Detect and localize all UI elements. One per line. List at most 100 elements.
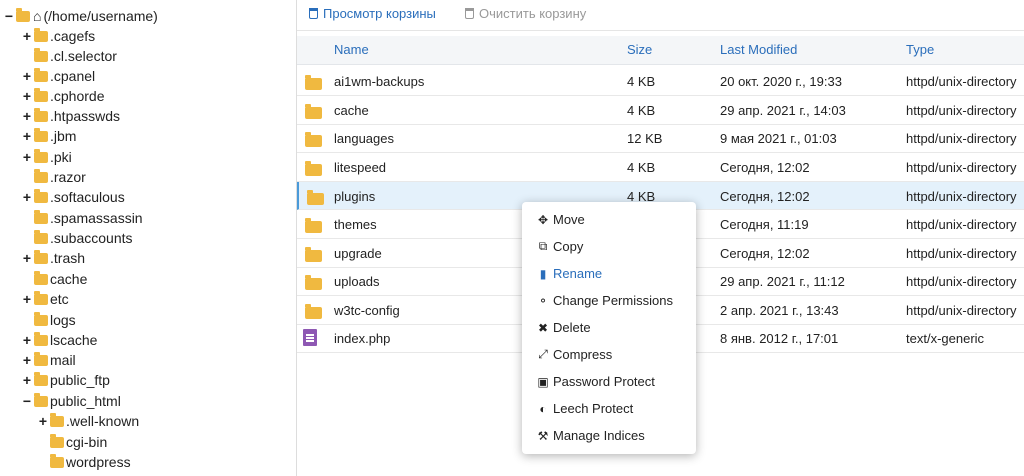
table-header: Name Size Last Modified Type: [297, 36, 1024, 65]
empty-trash-button[interactable]: Очистить корзину: [465, 6, 586, 21]
expand-toggle[interactable]: +: [22, 248, 32, 268]
folder-icon: [34, 68, 48, 82]
tree-item[interactable]: + etc: [22, 289, 69, 309]
expand-toggle[interactable]: +: [22, 66, 32, 86]
tree-item-label: public_ftp: [50, 372, 110, 388]
expand-toggle[interactable]: +: [22, 350, 32, 370]
menu-item-leech-protect[interactable]: ◐ Leech Protect: [536, 401, 633, 416]
collapse-toggle[interactable]: −: [4, 6, 14, 26]
menu-item-rename[interactable]: ▮ Rename: [536, 266, 602, 281]
tree-item[interactable]: − public_html: [22, 391, 121, 411]
collapse-toggle[interactable]: −: [22, 391, 32, 411]
menu-item-delete[interactable]: ✖ Delete: [536, 320, 591, 335]
column-header-type[interactable]: Type: [906, 42, 934, 57]
tree-item[interactable]: + .htpasswds: [22, 106, 120, 126]
file-name: litespeed: [334, 160, 387, 175]
file-type: text/x-generic: [906, 331, 985, 346]
table-row[interactable]: litespeed 4 KB Сегодня, 12:02 httpd/unix…: [297, 153, 1024, 182]
menu-item-label: Leech Protect: [553, 401, 634, 416]
file-type: httpd/unix-directory: [906, 246, 1017, 261]
folder-icon: [305, 247, 322, 262]
expand-toggle[interactable]: +: [22, 106, 32, 126]
folder-icon: [34, 271, 48, 285]
expand-toggle[interactable]: +: [22, 187, 32, 207]
tree-item[interactable]: logs: [22, 310, 76, 330]
tree-item-label: mail: [50, 352, 76, 368]
tree-item[interactable]: + .cagefs: [22, 26, 95, 46]
file-type: httpd/unix-directory: [906, 274, 1017, 289]
folder-icon: [34, 108, 48, 122]
tree-item[interactable]: + .trash: [22, 248, 85, 268]
expand-toggle[interactable]: +: [22, 26, 32, 46]
menu-item-label: Compress: [553, 347, 613, 362]
menu-item-move[interactable]: ✥ Move: [536, 212, 585, 227]
column-header-name[interactable]: Name: [334, 42, 369, 57]
menu-item-compress[interactable]: ⤢ Compress: [536, 347, 612, 362]
expand-toggle[interactable]: +: [22, 330, 32, 350]
tree-item[interactable]: + mail: [22, 350, 76, 370]
folder-icon: [305, 75, 322, 90]
trash-toolbar: Просмотр корзины Очистить корзину: [297, 0, 1024, 31]
file-type: httpd/unix-directory: [906, 160, 1017, 175]
trash-icon: [309, 8, 318, 19]
tree-item[interactable]: .cl.selector: [22, 46, 117, 66]
tree-item-label: cache: [50, 271, 88, 287]
tree-item[interactable]: cgi-bin: [38, 432, 107, 452]
tree-item[interactable]: .razor: [22, 167, 86, 187]
file-size: 12 KB: [627, 131, 663, 146]
tree-item[interactable]: wordpress: [38, 452, 131, 472]
tree-item[interactable]: + .jbm: [22, 126, 76, 146]
table-row[interactable]: cache 4 KB 29 апр. 2021 г., 14:03 httpd/…: [297, 96, 1024, 125]
folder-icon: [34, 169, 48, 183]
view-trash-button[interactable]: Просмотр корзины: [309, 6, 436, 21]
tree-item-label: .subaccounts: [50, 230, 133, 246]
file-type: httpd/unix-directory: [906, 189, 1017, 204]
file-name: languages: [334, 131, 394, 146]
folder-icon: [305, 132, 322, 147]
folder-icon: [34, 149, 48, 163]
tree-item[interactable]: + .pki: [22, 147, 72, 167]
menu-item-label: Copy: [553, 239, 584, 254]
tree-item[interactable]: cache: [22, 269, 87, 289]
wrench-icon: ⚒: [537, 428, 549, 443]
folder-open-icon: [16, 8, 30, 22]
tree-item-label: .cagefs: [50, 28, 96, 44]
menu-item-password-protect[interactable]: ▣ Password Protect: [536, 374, 655, 389]
tree-item-label: .cl.selector: [50, 48, 117, 64]
file-size: 4 KB: [627, 160, 656, 175]
expand-toggle[interactable]: +: [22, 86, 32, 106]
table-row[interactable]: languages 12 KB 9 мая 2021 г., 01:03 htt…: [297, 124, 1024, 153]
menu-item-manage-indices[interactable]: ⚒ Manage Indices: [536, 428, 645, 443]
file-modified: 8 янв. 2012 г., 17:01: [720, 331, 839, 346]
file-name: w3tc-config: [334, 303, 400, 318]
expand-toggle[interactable]: +: [22, 370, 32, 390]
tree-item[interactable]: + .well-known: [38, 411, 139, 431]
file-size: 4 KB: [627, 74, 656, 89]
file-type: httpd/unix-directory: [906, 131, 1017, 146]
tree-item[interactable]: + lscache: [22, 330, 97, 350]
tree-item-label: .cpanel: [50, 68, 96, 84]
folder-icon: [307, 190, 324, 205]
tree-item[interactable]: + public_ftp: [22, 370, 110, 390]
tree-item-label: .pki: [50, 149, 72, 165]
tree-root[interactable]: − ⌂ (/home/username): [4, 6, 158, 26]
tree-item[interactable]: .subaccounts: [22, 228, 133, 248]
tree-item[interactable]: + .cphorde: [22, 86, 104, 106]
menu-item-label: Change Permissions: [553, 293, 673, 308]
expand-toggle[interactable]: +: [22, 147, 32, 167]
file-modified: 29 апр. 2021 г., 11:12: [720, 274, 845, 289]
expand-toggle[interactable]: +: [22, 289, 32, 309]
expand-toggle[interactable]: +: [38, 411, 48, 431]
tree-item[interactable]: + .cpanel: [22, 66, 95, 86]
expand-toggle[interactable]: +: [22, 126, 32, 146]
tree-item-label: .well-known: [66, 413, 140, 429]
column-header-size[interactable]: Size: [627, 42, 652, 57]
menu-item-change-permissions[interactable]: ⚬ Change Permissions: [536, 293, 673, 308]
tree-item[interactable]: + .softaculous: [22, 187, 125, 207]
column-header-modified[interactable]: Last Modified: [720, 42, 797, 57]
menu-item-copy[interactable]: ⧉ Copy: [536, 239, 584, 254]
tree-root-label: (/home/username): [43, 8, 158, 24]
table-row[interactable]: ai1wm-backups 4 KB 20 окт. 2020 г., 19:3…: [297, 67, 1024, 96]
file-type: httpd/unix-directory: [906, 217, 1017, 232]
tree-item[interactable]: .spamassassin: [22, 208, 143, 228]
